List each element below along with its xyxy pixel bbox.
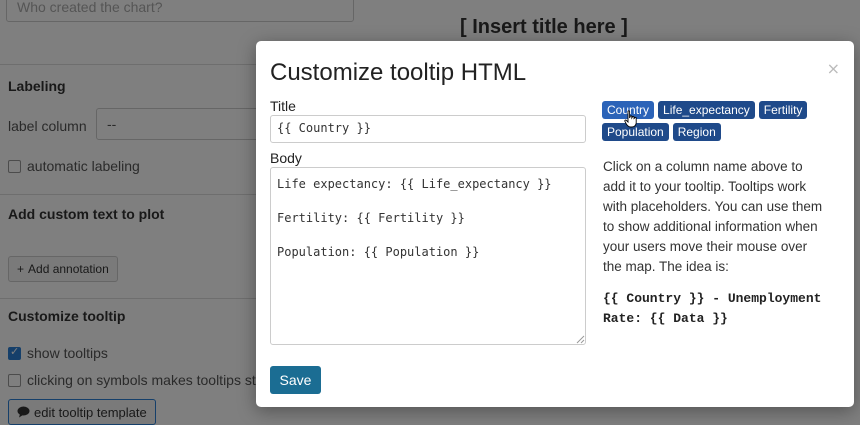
body-field-label: Body (270, 150, 302, 166)
tooltip-example-code: {{ Country }} - Unemployment Rate: {{ Da… (603, 291, 822, 326)
save-button[interactable]: Save (270, 366, 321, 394)
tooltip-title-input[interactable]: {{ Country }} (270, 115, 586, 143)
title-field-label: Title (270, 98, 296, 114)
column-chip-region[interactable]: Region (672, 123, 721, 141)
modal-title: Customize tooltip HTML (270, 59, 527, 86)
resize-handle-icon[interactable] (576, 335, 585, 344)
tooltip-body-textarea[interactable]: Life expectancy: {{ Life_expectancy }} F… (270, 167, 586, 345)
column-chip-fertility[interactable]: Fertility (758, 101, 808, 119)
tooltip-help-text: Click on a column name above to add it t… (603, 159, 823, 274)
tooltip-modal: Customize tooltip HTML × Title {{ Countr… (256, 41, 854, 407)
column-chips: Country Life_expectancy Fertility Popula… (602, 101, 842, 141)
hand-cursor-icon (624, 110, 637, 128)
close-icon[interactable]: × (827, 59, 840, 78)
column-chip-life-expectancy[interactable]: Life_expectancy (658, 101, 755, 119)
